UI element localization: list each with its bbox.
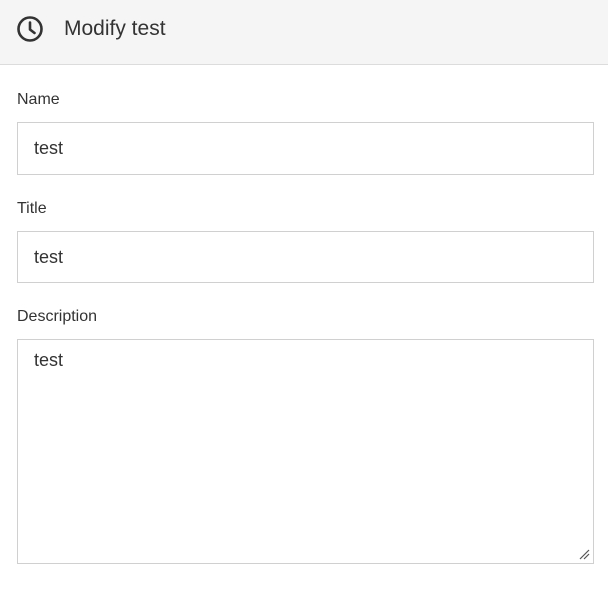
page-title: Modify test (64, 17, 166, 40)
description-textarea[interactable]: test (17, 339, 594, 564)
resize-handle-icon[interactable] (578, 548, 590, 560)
name-label: Name (17, 91, 60, 108)
name-input[interactable] (17, 122, 594, 175)
dialog-header: Modify test (0, 0, 608, 65)
title-input[interactable] (17, 231, 594, 283)
title-label: Title (17, 200, 47, 217)
clock-icon (17, 16, 43, 42)
description-label: Description (17, 308, 98, 325)
